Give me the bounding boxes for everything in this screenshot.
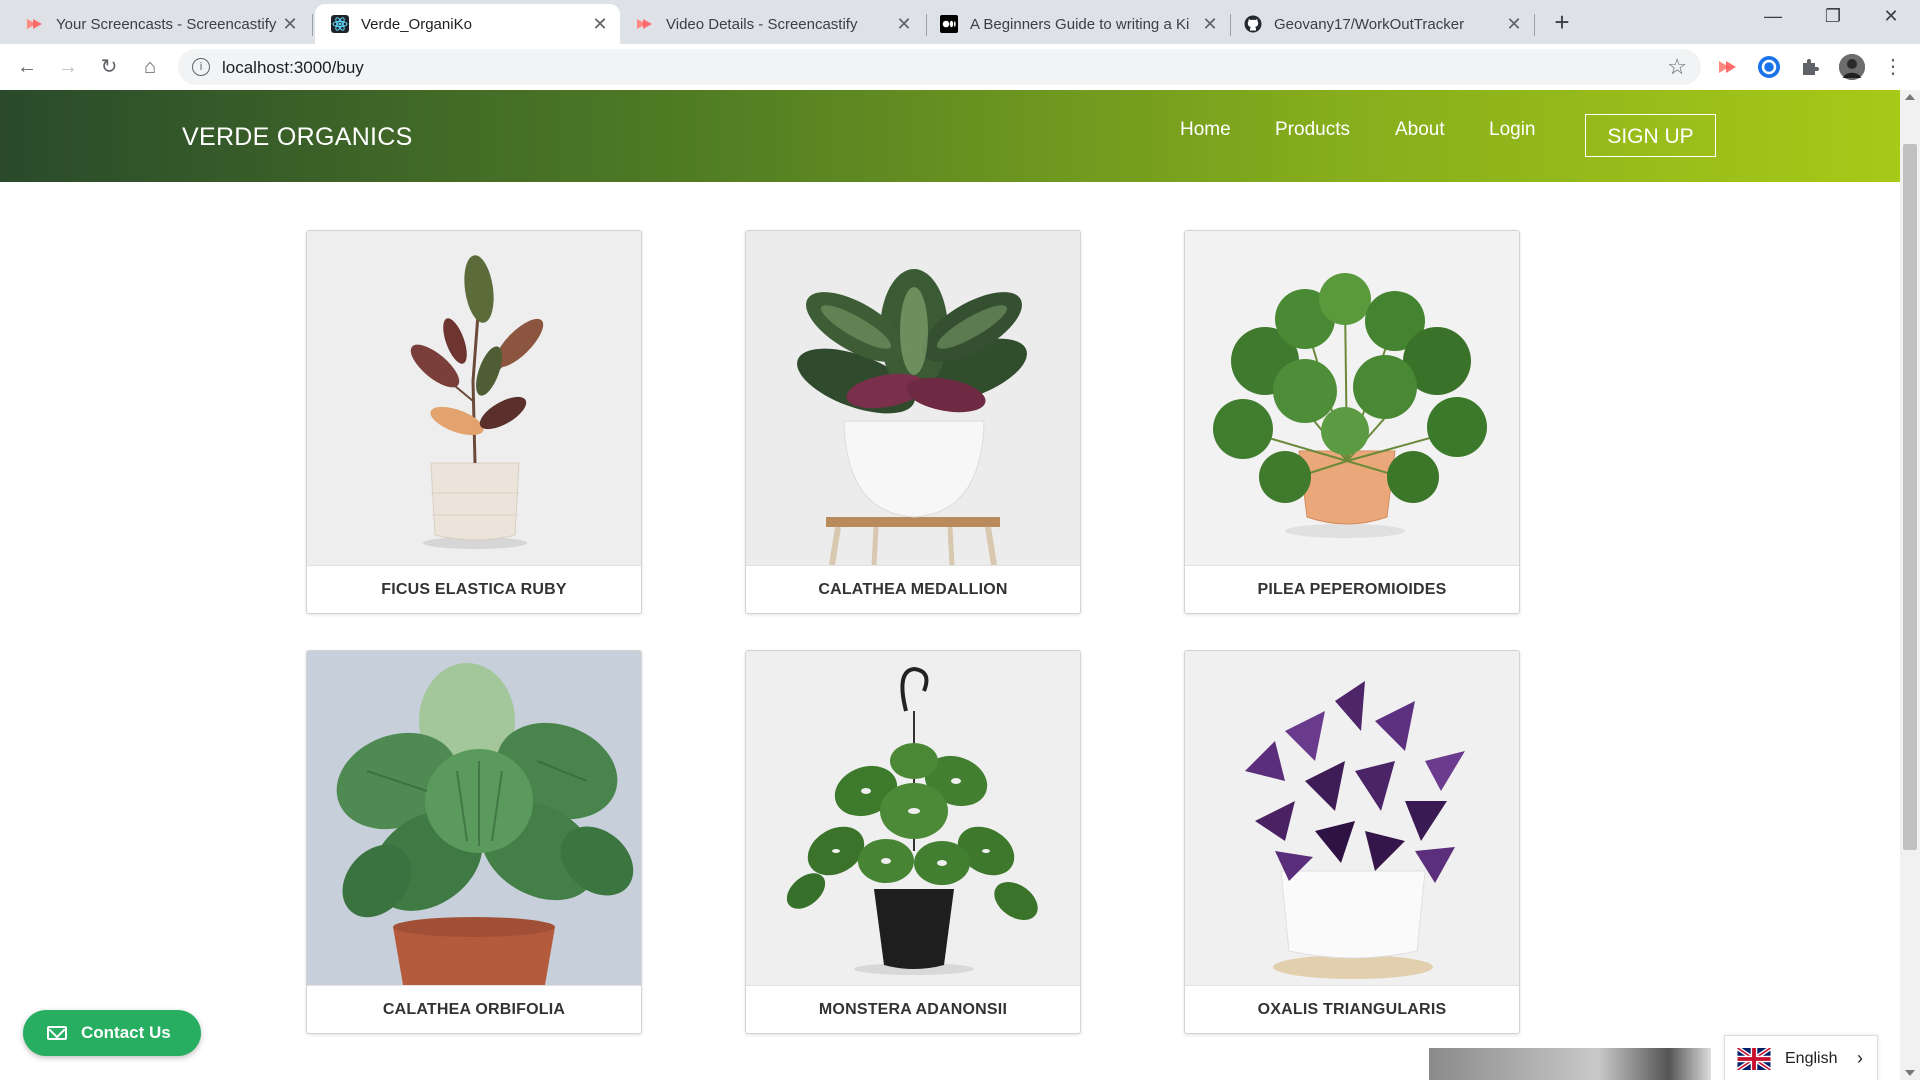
site-info-icon[interactable]: i bbox=[192, 58, 210, 76]
tab-verde-organiko[interactable]: Verde_OrganiKo ✕ bbox=[315, 4, 620, 44]
screencast-preview-thumbnail[interactable] bbox=[1429, 1048, 1711, 1080]
tab-title: Geovany17/WorkOutTracker bbox=[1274, 15, 1465, 33]
product-card-ficus-elastica-ruby[interactable]: FICUS ELASTICA RUBY bbox=[306, 230, 642, 614]
product-image-calathea-orbifolia[interactable] bbox=[307, 651, 641, 985]
tab-divider bbox=[1534, 14, 1535, 36]
nav-login[interactable]: Login bbox=[1489, 119, 1536, 141]
scrollbar-thumb[interactable] bbox=[1903, 144, 1917, 850]
uk-flag-icon bbox=[1736, 1045, 1772, 1072]
react-icon bbox=[331, 15, 349, 33]
url-text: localhost:3000/buy bbox=[222, 58, 364, 77]
puzzle-extensions-icon[interactable] bbox=[1797, 54, 1823, 80]
site-navbar: VERDE ORGANICS Home Products About Login… bbox=[0, 90, 1900, 182]
tab-divider bbox=[312, 14, 313, 36]
home-button[interactable]: ⌂ bbox=[136, 53, 164, 81]
close-icon[interactable]: ✕ bbox=[1502, 14, 1526, 35]
browser-menu-icon[interactable]: ⋮ bbox=[1883, 54, 1903, 79]
product-card-calathea-orbifolia[interactable]: CALATHEA ORBIFOLIA bbox=[306, 650, 642, 1034]
tab-divider bbox=[1230, 14, 1231, 36]
profile-avatar[interactable] bbox=[1839, 54, 1865, 80]
restore-button[interactable]: ❐ bbox=[1810, 6, 1856, 34]
scroll-down-arrow[interactable] bbox=[1905, 1070, 1915, 1076]
screencastify-extension-icon[interactable] bbox=[1715, 54, 1741, 80]
language-selector[interactable]: English › bbox=[1724, 1035, 1878, 1080]
tab-divider bbox=[926, 14, 927, 36]
reload-button[interactable]: ↻ bbox=[95, 53, 123, 81]
browser-toolbar: ← → ↻ ⌂ i localhost:3000/buy ☆ ⋮ bbox=[0, 44, 1920, 91]
scroll-up-arrow[interactable] bbox=[1905, 94, 1915, 100]
contact-us-button[interactable]: Contact Us bbox=[23, 1010, 201, 1056]
nav-products[interactable]: Products bbox=[1275, 119, 1350, 141]
close-icon[interactable]: ✕ bbox=[278, 14, 302, 35]
close-icon[interactable]: ✕ bbox=[1198, 14, 1222, 35]
product-name[interactable]: MONSTERA ADANONSII bbox=[746, 985, 1080, 1033]
tab-video-details[interactable]: Video Details - Screencastify ✕ bbox=[622, 4, 924, 44]
product-card-oxalis-triangularis[interactable]: OXALIS TRIANGULARIS bbox=[1184, 650, 1520, 1034]
minimize-button[interactable]: — bbox=[1750, 6, 1796, 34]
product-image-oxalis[interactable] bbox=[1185, 651, 1519, 985]
nav-about[interactable]: About bbox=[1395, 119, 1445, 141]
tab-title: A Beginners Guide to writing a Ki bbox=[970, 15, 1190, 33]
window-close-button[interactable]: ✕ bbox=[1868, 6, 1914, 34]
tab-medium-article[interactable]: A Beginners Guide to writing a Ki ✕ bbox=[928, 4, 1230, 44]
screencastify-icon bbox=[26, 15, 44, 33]
contact-us-label: Contact Us bbox=[81, 1023, 171, 1042]
mail-icon bbox=[47, 1026, 67, 1040]
chevron-right-icon: › bbox=[1857, 1048, 1863, 1068]
github-icon bbox=[1244, 15, 1262, 33]
product-name[interactable]: FICUS ELASTICA RUBY bbox=[307, 565, 641, 613]
medium-icon bbox=[940, 15, 958, 33]
nav-home[interactable]: Home bbox=[1180, 119, 1231, 141]
product-name[interactable]: PILEA PEPEROMIOIDES bbox=[1185, 565, 1519, 613]
browser-tab-strip: Your Screencasts - Screencastify ✕ Verde… bbox=[0, 0, 1920, 44]
brand-logo[interactable]: VERDE ORGANICS bbox=[182, 123, 413, 152]
product-image-calathea-medallion[interactable] bbox=[746, 231, 1080, 565]
close-icon[interactable]: ✕ bbox=[892, 14, 916, 35]
forward-button[interactable]: → bbox=[54, 53, 82, 81]
bookmark-star-icon[interactable]: ☆ bbox=[1667, 54, 1687, 80]
product-card-pilea-peperomioides[interactable]: PILEA PEPEROMIOIDES bbox=[1184, 230, 1520, 614]
product-card-calathea-medallion[interactable]: CALATHEA MEDALLION bbox=[745, 230, 1081, 614]
sign-up-button[interactable]: SIGN UP bbox=[1585, 114, 1716, 157]
tab-screencasts[interactable]: Your Screencasts - Screencastify ✕ bbox=[0, 4, 310, 44]
page-scrollbar[interactable] bbox=[1900, 90, 1920, 1080]
page-viewport: VERDE ORGANICS Home Products About Login… bbox=[0, 90, 1900, 1080]
close-icon[interactable]: ✕ bbox=[588, 14, 612, 35]
language-label: English bbox=[1785, 1049, 1838, 1067]
product-name[interactable]: CALATHEA ORBIFOLIA bbox=[307, 985, 641, 1033]
address-bar[interactable]: i localhost:3000/buy ☆ bbox=[178, 49, 1701, 85]
tab-title: Video Details - Screencastify bbox=[666, 15, 858, 33]
tab-github-workout[interactable]: Geovany17/WorkOutTracker ✕ bbox=[1232, 4, 1534, 44]
tab-title: Your Screencasts - Screencastify bbox=[56, 15, 277, 33]
product-image-ficus[interactable] bbox=[307, 231, 641, 565]
tab-title: Verde_OrganiKo bbox=[361, 15, 472, 33]
back-button[interactable]: ← bbox=[13, 53, 41, 81]
product-card-monstera-adanonsii[interactable]: MONSTERA ADANONSII bbox=[745, 650, 1081, 1034]
new-tab-button[interactable]: + bbox=[1548, 8, 1576, 36]
product-name[interactable]: CALATHEA MEDALLION bbox=[746, 565, 1080, 613]
extension-icon[interactable] bbox=[1756, 54, 1782, 80]
product-image-monstera[interactable] bbox=[746, 651, 1080, 985]
screencastify-icon bbox=[636, 15, 654, 33]
product-image-pilea[interactable] bbox=[1185, 231, 1519, 565]
product-name[interactable]: OXALIS TRIANGULARIS bbox=[1185, 985, 1519, 1033]
